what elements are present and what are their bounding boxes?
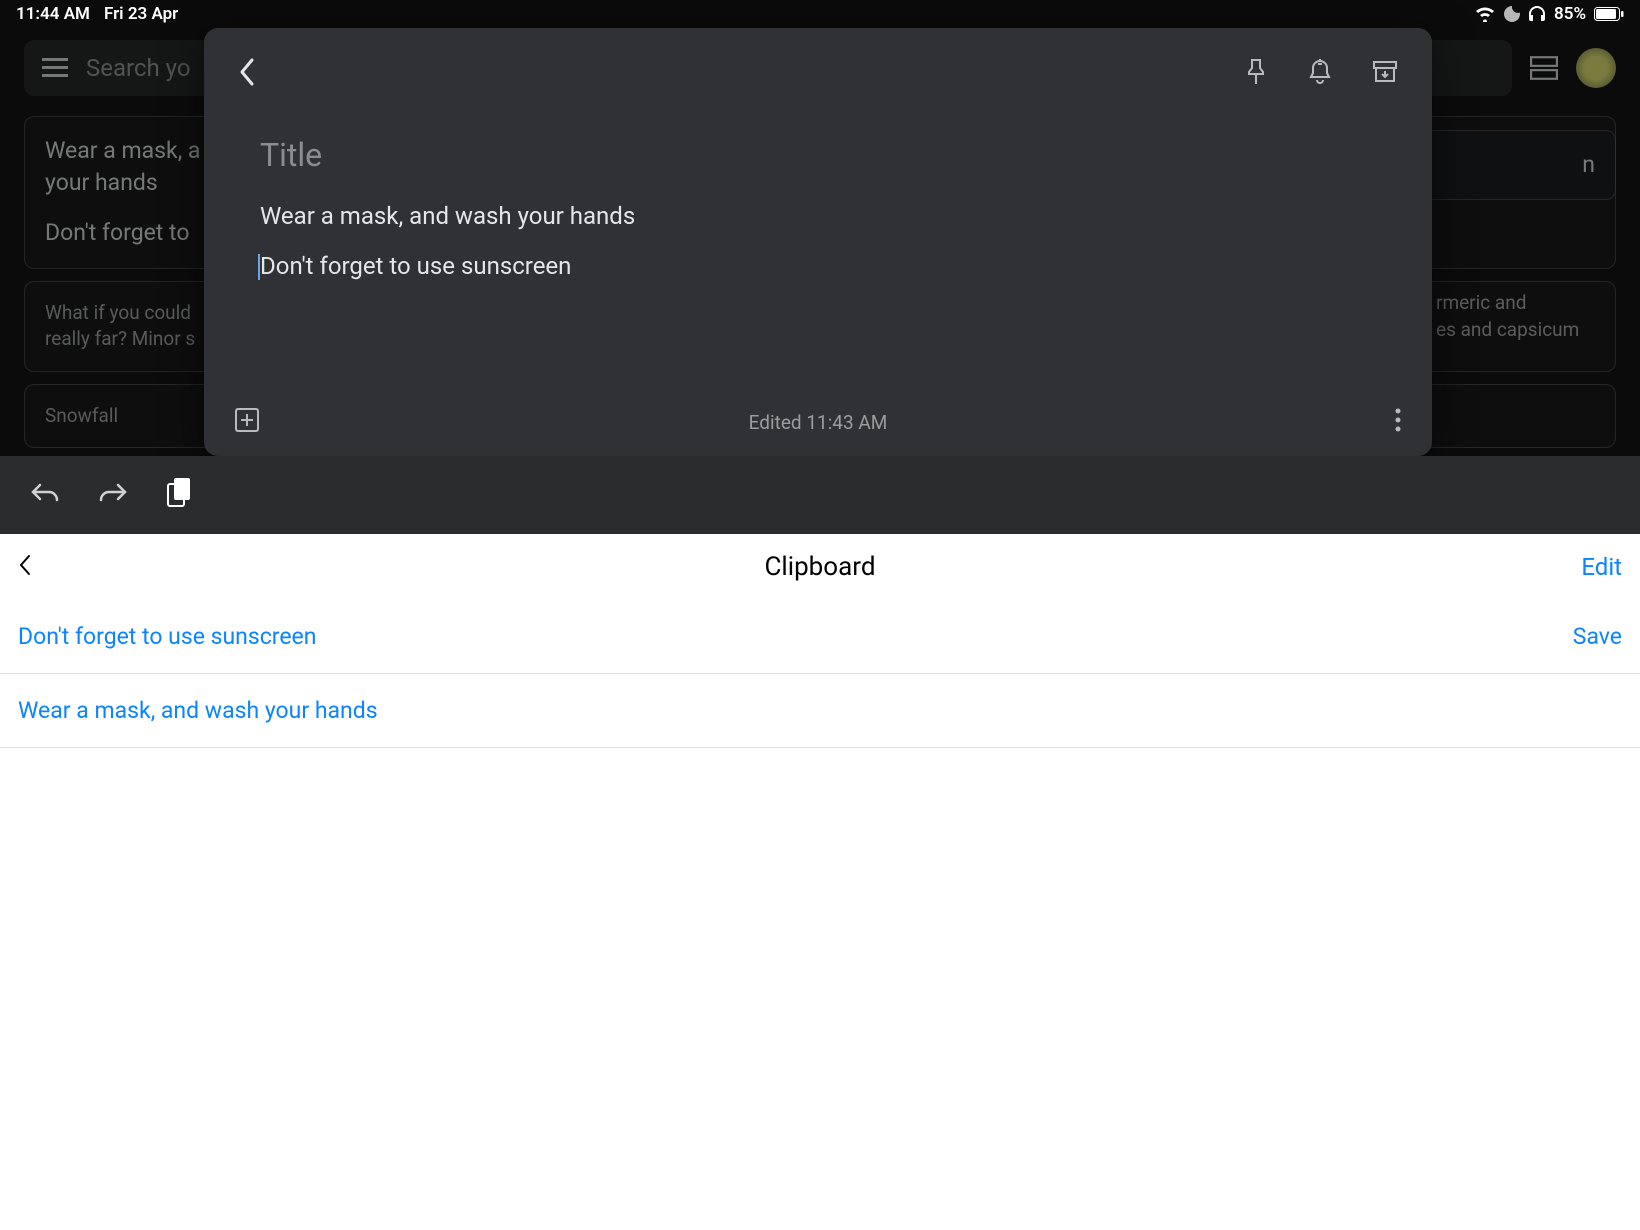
back-button[interactable]: [238, 57, 256, 91]
note-card[interactable]: n: [1416, 130, 1616, 200]
status-bar: 11:44 AM Fri 23 Apr 85%: [0, 0, 1640, 28]
clipboard-edit-button[interactable]: Edit: [1581, 553, 1622, 581]
clipboard-item-text: Wear a mask, and wash your hands: [18, 697, 378, 724]
clipboard-back-button[interactable]: [18, 554, 32, 580]
clipboard-item-text: Don't forget to use sunscreen: [18, 623, 316, 650]
undo-icon[interactable]: [30, 481, 60, 509]
clipboard-icon[interactable]: [166, 478, 192, 512]
status-time: 11:44 AM: [16, 4, 90, 24]
headphones-icon: [1528, 6, 1546, 22]
reminder-icon[interactable]: [1308, 58, 1332, 90]
archive-icon[interactable]: [1372, 60, 1398, 88]
pin-icon[interactable]: [1244, 58, 1268, 90]
note-card[interactable]: rmeric and es and capsicum: [1416, 272, 1616, 361]
clipboard-item[interactable]: Wear a mask, and wash your hands: [0, 674, 1640, 748]
more-icon[interactable]: [1394, 407, 1402, 438]
wifi-icon: [1474, 6, 1496, 22]
background-right-cards: n rmeric and es and capsicum: [1416, 130, 1616, 373]
view-toggle-icon[interactable]: [1530, 54, 1558, 82]
status-date: Fri 23 Apr: [104, 4, 178, 24]
status-right: 85%: [1474, 4, 1624, 24]
clipboard-save-button[interactable]: Save: [1573, 623, 1622, 650]
note-body-line[interactable]: Wear a mask, and wash your hands: [260, 202, 1376, 230]
battery-percent: 85%: [1554, 4, 1586, 24]
note-title-field[interactable]: Title: [260, 136, 1376, 174]
moon-icon: [1504, 6, 1520, 22]
menu-icon[interactable]: [42, 58, 68, 78]
add-icon[interactable]: [234, 407, 260, 438]
search-placeholder: Search yo: [86, 54, 191, 82]
edited-timestamp: Edited 11:43 AM: [749, 411, 888, 434]
clipboard-item[interactable]: Don't forget to use sunscreen Save: [0, 600, 1640, 674]
redo-icon[interactable]: [98, 481, 128, 509]
note-body-line[interactable]: Don't forget to use sunscreen: [260, 252, 1376, 280]
account-avatar[interactable]: [1576, 48, 1616, 88]
keyboard-toolbar: [0, 456, 1640, 534]
clipboard-title: Clipboard: [765, 552, 876, 582]
note-editor-modal: Title Wear a mask, and wash your hands D…: [204, 28, 1432, 456]
clipboard-panel: Clipboard Edit Don't forget to use sunsc…: [0, 534, 1640, 1230]
battery-icon: [1594, 7, 1624, 21]
